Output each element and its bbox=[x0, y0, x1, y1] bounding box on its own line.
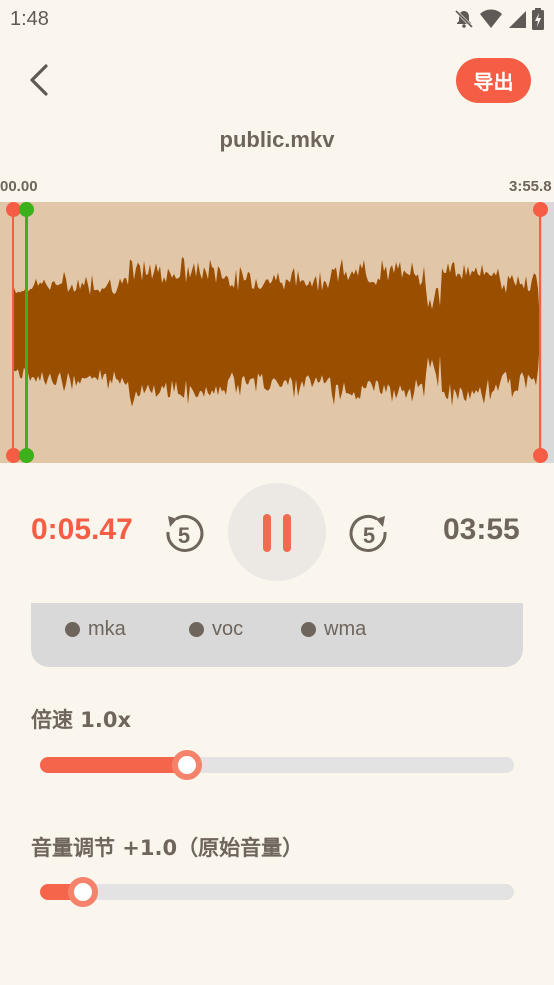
playhead-line[interactable] bbox=[25, 202, 28, 463]
volume-slider-track[interactable] bbox=[40, 884, 514, 900]
volume-slider[interactable] bbox=[40, 877, 514, 907]
format-options-panel: mka voc wma bbox=[31, 603, 523, 667]
format-option-label: mka bbox=[88, 618, 126, 640]
notifications-off-icon bbox=[454, 9, 474, 29]
waveform-start-time: 00.00 bbox=[0, 178, 38, 195]
speed-slider-fill bbox=[40, 757, 187, 773]
export-button[interactable]: 导出 bbox=[456, 58, 531, 103]
trim-start-line[interactable] bbox=[12, 202, 14, 463]
back-button[interactable] bbox=[22, 60, 58, 100]
total-time: 03:55 bbox=[443, 513, 520, 546]
status-bar: 1:48 bbox=[0, 0, 554, 38]
format-option-wma[interactable]: wma bbox=[301, 618, 366, 641]
speed-label: 倍速 1.0x bbox=[31, 708, 132, 732]
rewind-icon: 5 bbox=[166, 514, 204, 552]
wifi-icon bbox=[480, 9, 502, 29]
format-option-label: wma bbox=[324, 618, 367, 640]
status-time: 1:48 bbox=[10, 8, 49, 30]
format-option-voc[interactable]: voc bbox=[189, 618, 243, 641]
trim-end-handle-top[interactable] bbox=[533, 202, 548, 217]
speed-slider-thumb[interactable] bbox=[172, 750, 202, 780]
waveform bbox=[14, 257, 540, 407]
pause-icon bbox=[263, 514, 271, 552]
rewind-5-button[interactable]: 5 bbox=[162, 510, 206, 556]
status-icons bbox=[454, 8, 544, 30]
radio-dot-icon bbox=[65, 622, 80, 637]
volume-label: 音量调节 +1.0（原始音量） bbox=[31, 836, 304, 860]
speed-slider[interactable] bbox=[40, 750, 514, 780]
battery-icon bbox=[532, 8, 544, 30]
waveform-editor[interactable] bbox=[0, 202, 554, 463]
trim-end-handle-bottom[interactable] bbox=[533, 448, 548, 463]
file-title: public.mkv bbox=[219, 127, 335, 152]
trim-end-line[interactable] bbox=[539, 202, 541, 463]
radio-dot-icon bbox=[189, 622, 204, 637]
pause-icon-bar bbox=[283, 514, 291, 552]
forward-5-button[interactable]: 5 bbox=[347, 510, 391, 556]
format-option-label: voc bbox=[212, 618, 244, 640]
current-time: 0:05.47 bbox=[31, 513, 133, 546]
pause-button[interactable] bbox=[228, 483, 326, 581]
waveform-shape bbox=[14, 257, 540, 407]
radio-dot-icon bbox=[301, 622, 316, 637]
forward-seconds: 5 bbox=[363, 523, 375, 548]
rewind-seconds: 5 bbox=[178, 523, 190, 548]
chevron-left-icon bbox=[30, 64, 48, 96]
signal-icon bbox=[508, 9, 526, 29]
volume-slider-thumb[interactable] bbox=[68, 877, 98, 907]
forward-icon: 5 bbox=[349, 514, 387, 552]
playhead-handle-top[interactable] bbox=[19, 202, 34, 217]
playhead-handle-bottom[interactable] bbox=[19, 448, 34, 463]
format-option-mka[interactable]: mka bbox=[65, 618, 126, 641]
waveform-end-time: 3:55.8 bbox=[509, 178, 552, 195]
